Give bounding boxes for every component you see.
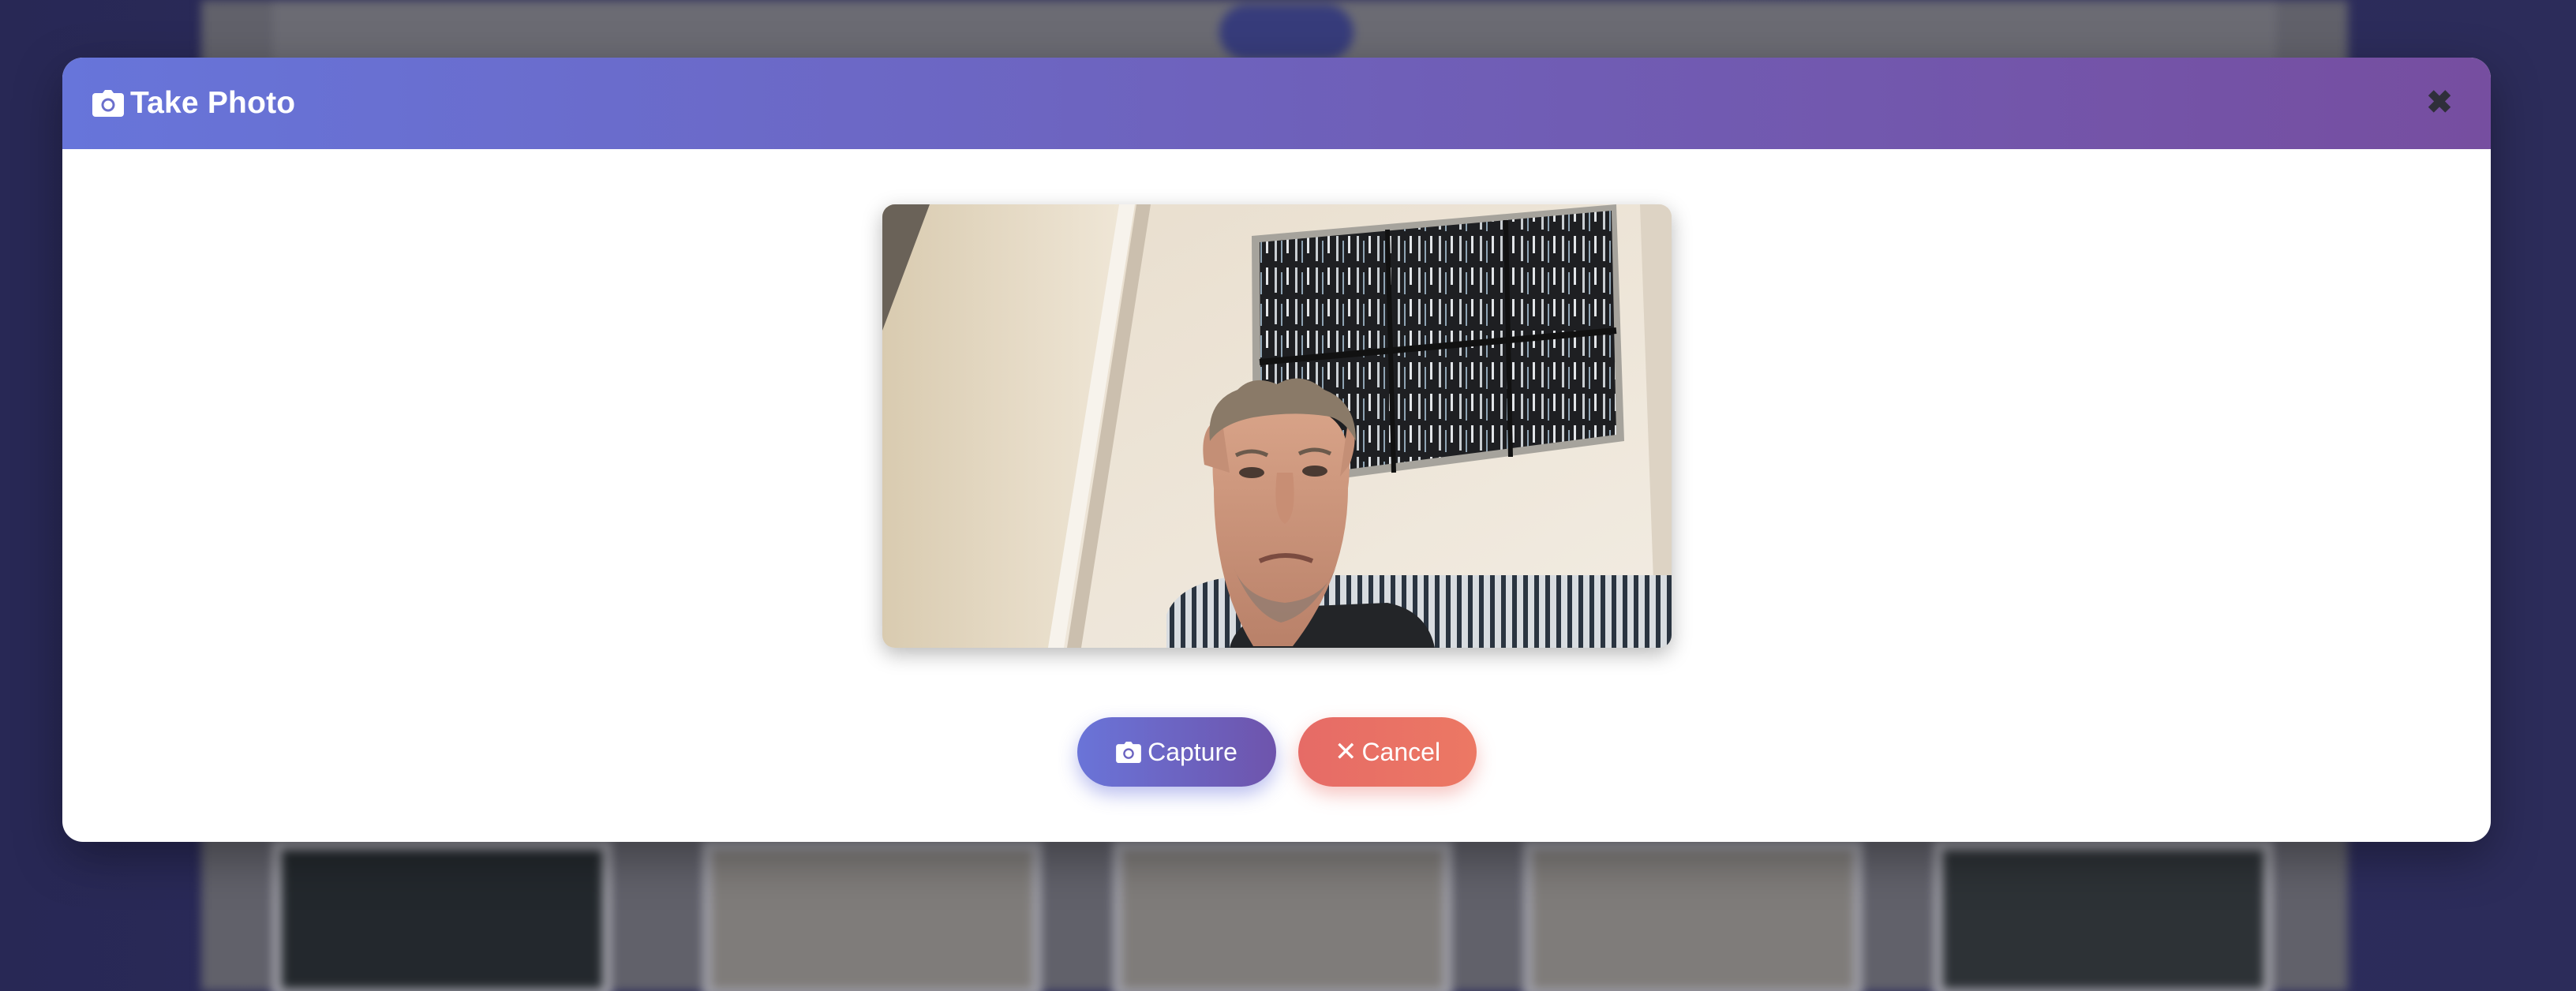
close-button[interactable]: ✖ [2423,86,2456,119]
camera-icon [92,90,124,117]
close-icon: ✕ [1334,737,1357,767]
capture-button-label: Capture [1148,737,1237,766]
take-photo-dialog: Take Photo ✖ Capture ✕ Cancel [62,58,2491,842]
cancel-button[interactable]: ✕ Cancel [1298,717,1477,787]
camera-feed-image [882,204,1672,648]
camera-preview [882,204,1672,648]
cancel-button-label: Cancel [1361,737,1441,766]
dialog-title: Take Photo [130,86,296,120]
camera-icon [1116,741,1141,763]
dialog-header: Take Photo ✖ [62,58,2491,149]
capture-button[interactable]: Capture [1077,717,1276,787]
close-icon: ✖ [2426,85,2453,120]
